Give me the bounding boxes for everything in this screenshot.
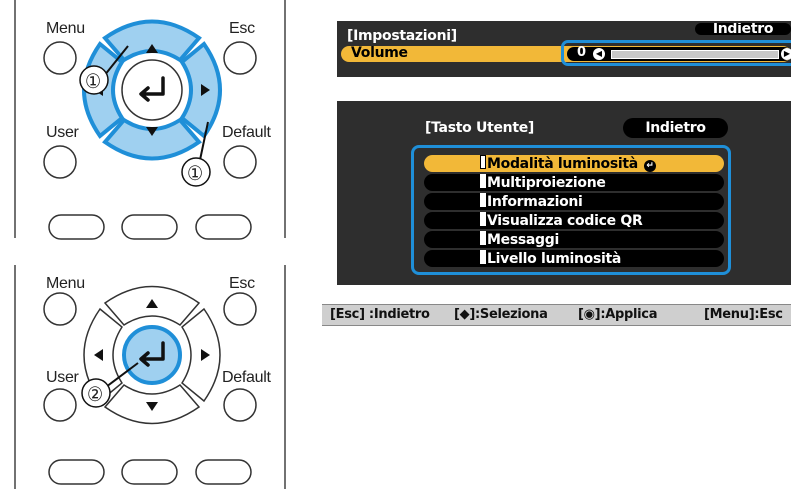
help-apply: [◉]:Applica [578,307,658,322]
enter-icon: ↵ [643,160,656,172]
increase-icon[interactable]: ▶ [781,48,791,60]
user-key [43,388,77,422]
list-item[interactable]: Messaggi [424,231,724,248]
enter-key [122,325,182,385]
enter-key [121,59,183,121]
step-number-right: ① [187,163,203,185]
list-item[interactable]: Multiproiezione [424,174,724,191]
help-esc: [Esc] :Indietro [330,307,430,322]
blank-key-1 [48,214,105,240]
volume-label: Volume [351,45,408,61]
volume-track[interactable] [611,50,779,59]
menu-key [43,41,77,75]
blank-key-3 [195,214,252,240]
blank-key-1 [48,459,105,485]
blank-key-3 [195,459,252,485]
dpad-down-key [102,117,202,161]
user-key-screen: [Tasto Utente] Indietro Modalità luminos… [337,101,791,285]
user-key-back-button[interactable]: Indietro [623,118,728,138]
volume-slider[interactable]: 0 ◀ ▶ [567,45,791,61]
settings-back-button[interactable]: Indietro [695,23,791,35]
help-menu: [Menu]:Esc [704,307,783,322]
esc-key-label: Esc [229,275,255,292]
user-key [43,145,77,179]
esc-key [223,41,257,75]
list-item[interactable]: Modalità luminosità ↵ [424,155,724,172]
default-key-label: Default [222,124,271,141]
menu-key-label: Menu [46,275,85,292]
settings-title: [Impostazioni] [347,28,457,44]
help-bar: [Esc] :Indietro [◆]:Seleziona [◉]:Applic… [322,304,791,326]
user-key-title: [Tasto Utente] [425,120,535,136]
user-key-list: Modalità luminosità ↵ Multiproiezione Inf… [411,145,731,275]
remote-top-drawing [14,0,286,240]
blank-key-2 [121,459,178,485]
decrease-icon[interactable]: ◀ [593,48,605,60]
step-number: ② [87,384,103,406]
user-key-label: User [46,369,79,386]
menu-key-label: Menu [46,20,85,37]
remote-control-top: Menu Esc User Default ① ① [0,0,300,240]
list-item[interactable]: Informazioni [424,193,724,210]
menu-key [43,292,77,326]
default-key-label: Default [222,369,271,386]
esc-key [223,292,257,326]
user-key-label: User [46,124,79,141]
settings-screen: [Impostazioni] Indietro Volume 0 ◀ ▶ [337,21,791,77]
volume-value: 0 [577,45,586,60]
default-key [223,388,257,422]
remote-control-bottom: Menu Esc User Default ② [0,265,300,489]
default-key [223,145,257,179]
blank-key-2 [121,214,178,240]
help-select: [◆]:Seleziona [454,307,548,322]
dpad-up-key [102,19,202,63]
list-item[interactable]: Livello luminosità [424,250,724,267]
list-item[interactable]: Visualizza codice QR [424,212,724,229]
step-number-left: ① [85,71,101,93]
esc-key-label: Esc [229,20,255,37]
